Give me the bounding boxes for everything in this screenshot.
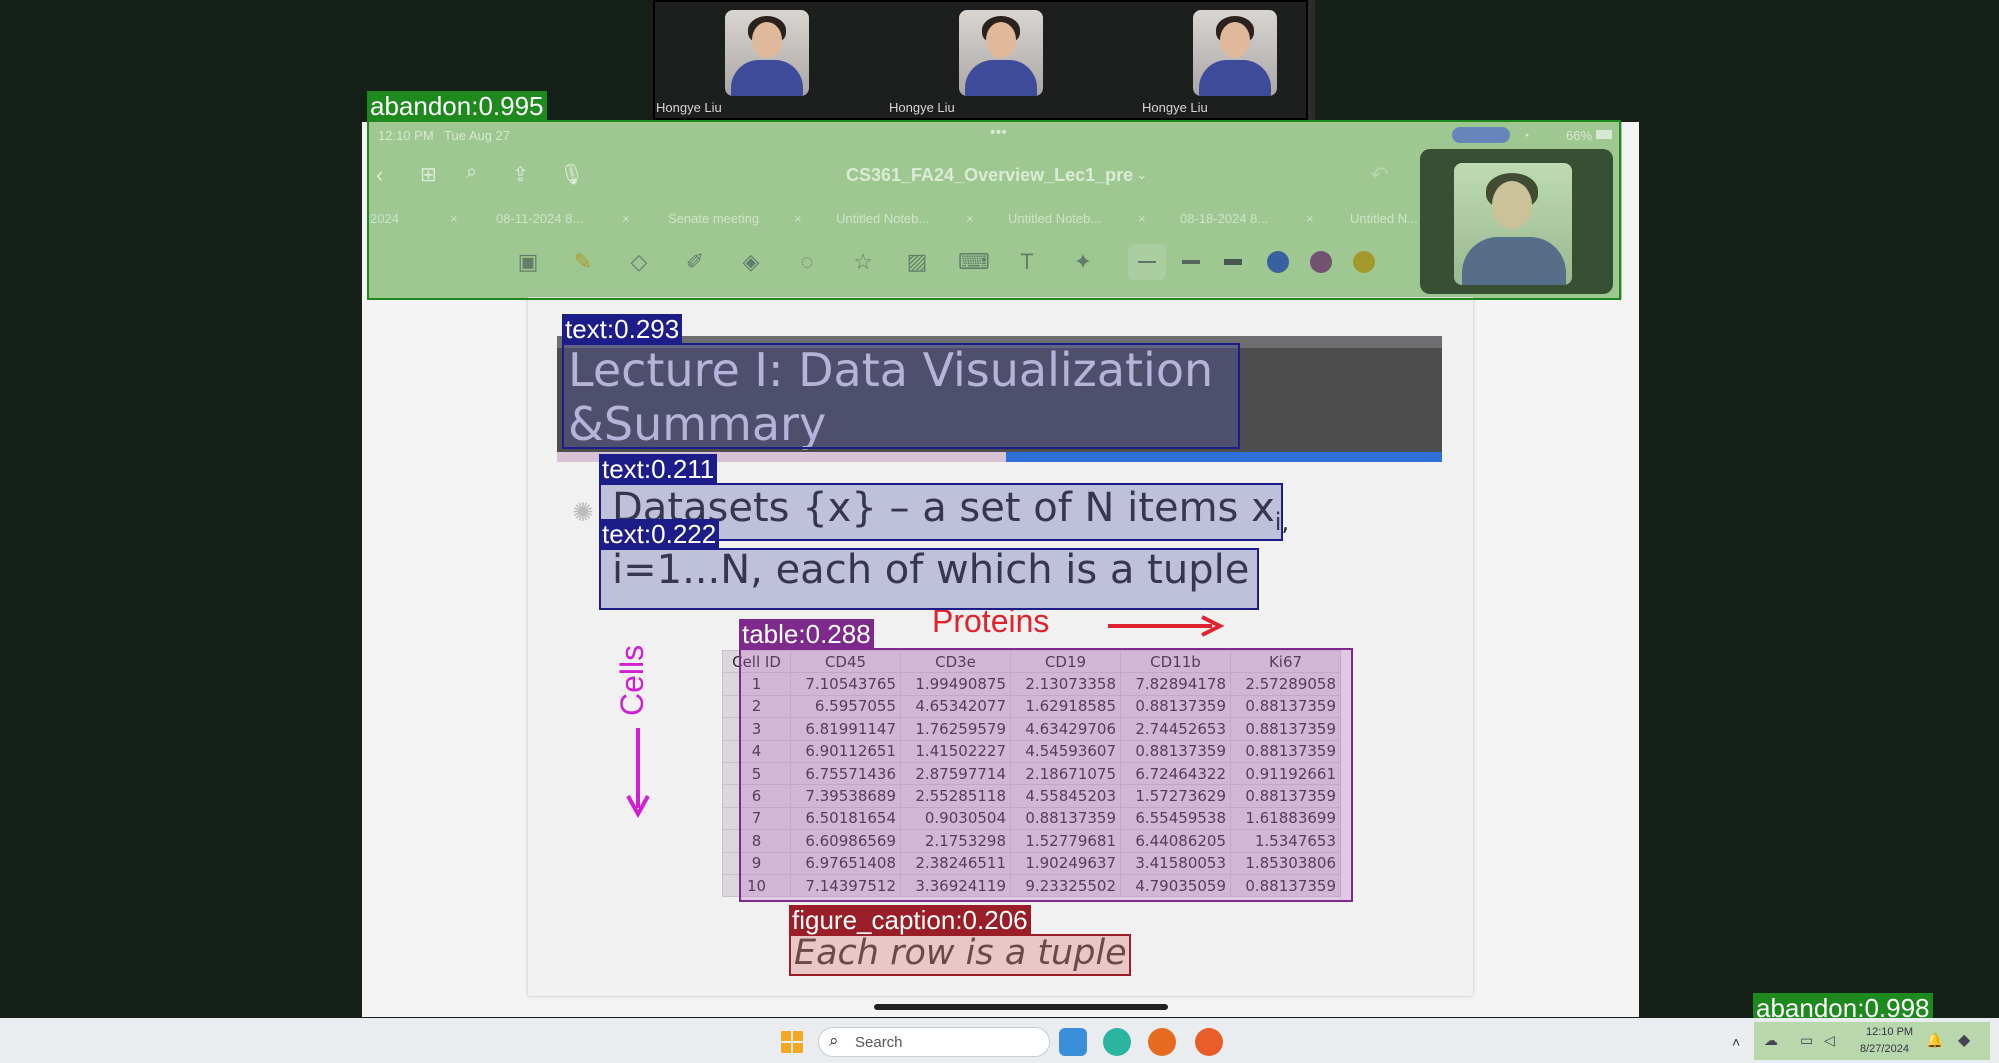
participant-video[interactable] [725,10,809,96]
home-indicator[interactable] [874,1004,1168,1010]
zoom-app-icon[interactable] [1195,1028,1223,1056]
windows-start-icon[interactable] [780,1030,804,1054]
file-explorer-icon[interactable] [1059,1028,1087,1056]
detection-box [789,934,1131,976]
detection-box [367,120,1621,300]
detection-box [562,343,1240,449]
taskbar-clock-date[interactable]: 8/27/2024 [1860,1043,1909,1055]
cells-label: Cells [614,645,650,716]
detection-label: table:0.288 [739,619,874,649]
chevron-up-icon[interactable]: ˄ [1732,1034,1740,1050]
participant-video[interactable] [959,10,1043,96]
participant-name: Hongye Liu [1142,100,1208,115]
volume-icon[interactable]: ◁ [1824,1032,1835,1049]
bullet-icon: ✺ [572,497,594,527]
taskbar-clock-time[interactable]: 12:10 PM [1866,1026,1913,1038]
notification-bell-icon[interactable]: 🔔 [1926,1032,1943,1049]
detection-label: abandon:0.995 [367,91,547,121]
slide-accent-bar [1006,452,1442,462]
firefox-icon[interactable] [1148,1028,1176,1056]
detection-label: figure_caption:0.206 [789,905,1031,935]
participant-strip-edge [1308,0,1315,120]
search-placeholder: Search [855,1034,903,1051]
down-arrow-icon [626,728,650,818]
participant-name: Hongye Liu [889,100,955,115]
taskbar-search-input[interactable]: ⌕ Search [818,1027,1050,1057]
participant-video[interactable] [1193,10,1277,96]
right-arrow-icon [1108,615,1225,637]
detection-label: text:0.211 [599,454,718,484]
edge-browser-icon[interactable] [1103,1028,1131,1056]
detection-label: text:0.222 [599,519,720,549]
svg-text:Cells: Cells [614,645,650,716]
detection-label: text:0.293 [562,314,683,344]
copilot-icon[interactable]: ◆ [1958,1030,1970,1050]
search-icon: ⌕ [829,1031,839,1050]
detection-box [739,648,1353,902]
participant-name: Hongye Liu [656,100,722,115]
network-icon[interactable]: ▭ [1800,1032,1813,1049]
detection-box [599,548,1259,610]
weather-icon[interactable]: ☁ [1764,1032,1778,1049]
